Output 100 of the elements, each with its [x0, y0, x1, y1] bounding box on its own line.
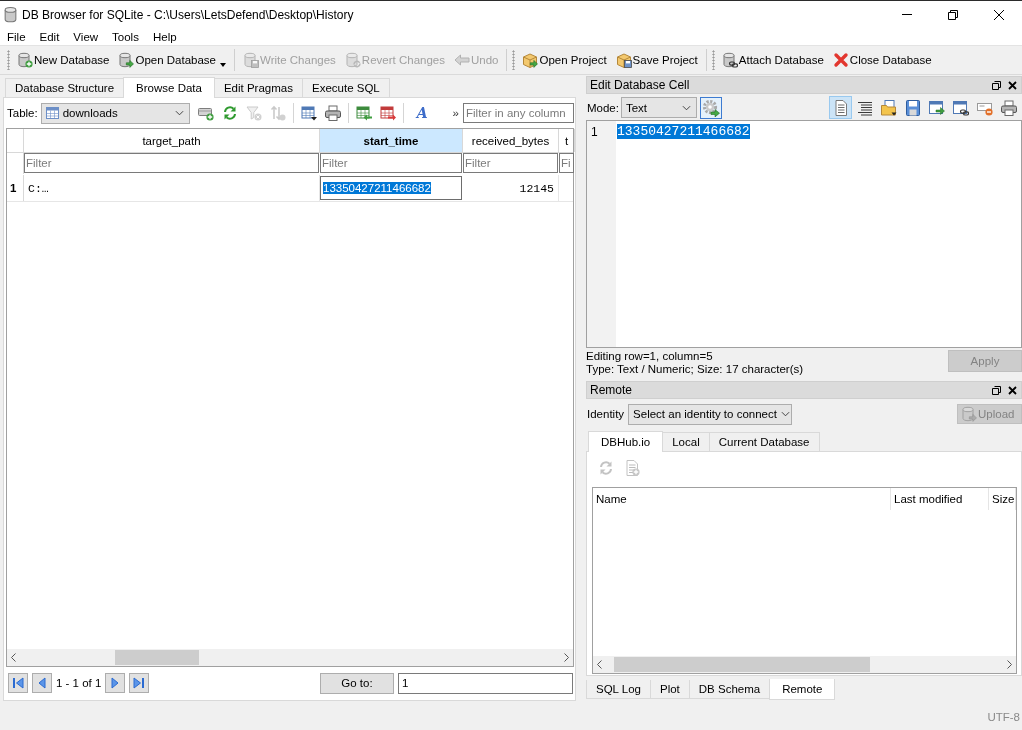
- mode-label: Mode:: [587, 101, 619, 114]
- menu-item[interactable]: Help: [145, 30, 184, 43]
- refresh-icon[interactable]: [221, 105, 238, 121]
- filter-field[interactable]: Filter: [24, 153, 319, 173]
- filter-field[interactable]: Filter: [320, 153, 462, 173]
- filter-field[interactable]: Filter: [463, 153, 558, 173]
- database-plus-icon: [17, 52, 33, 68]
- cross-icon: [832, 52, 849, 68]
- toolbar-button[interactable]: New Database: [14, 49, 113, 71]
- table-label: Table:: [7, 107, 38, 119]
- column-header[interactable]: Last modified: [891, 488, 989, 510]
- window-title: DB Browser for SQLite - C:\Users\LetsDefend\Desktop\History: [22, 7, 354, 22]
- skip-start-icon: [12, 677, 24, 689]
- toolbar-button[interactable]: Attach Database: [718, 49, 827, 71]
- scrollbar-thumb[interactable]: [614, 657, 870, 672]
- horizontal-scrollbar[interactable]: [7, 649, 573, 666]
- table-icon: [45, 107, 59, 119]
- menu-item[interactable]: View: [66, 30, 106, 43]
- horizontal-scrollbar[interactable]: [593, 656, 1016, 673]
- previous-page-button[interactable]: [32, 673, 52, 693]
- tab[interactable]: Database Structure: [5, 78, 125, 97]
- gear-button[interactable]: [699, 96, 722, 119]
- tab[interactable]: Edit Pragmas: [213, 78, 303, 97]
- skip-end-icon: [133, 677, 146, 689]
- grip-icon[interactable]: [7, 50, 10, 70]
- database-arrow-icon: [961, 406, 977, 422]
- table-cell[interactable]: 12145: [463, 175, 559, 201]
- column-header[interactable]: Size: [989, 488, 1016, 510]
- folder-icon: [880, 99, 897, 116]
- column-header[interactable]: start_time: [320, 129, 463, 152]
- toolbar-button[interactable]: Open Project: [519, 49, 610, 71]
- document-icon: [832, 99, 849, 116]
- tab[interactable]: Browse Data: [123, 77, 215, 98]
- menu-item[interactable]: File: [0, 30, 33, 43]
- column-header[interactable]: Name: [593, 488, 891, 510]
- identity-select[interactable]: Select an identity to connect: [628, 403, 793, 425]
- go-to-field[interactable]: 1: [398, 672, 573, 694]
- filter-field[interactable]: Fi: [559, 153, 574, 173]
- table-caret-icon[interactable]: [300, 105, 317, 121]
- line-number: 1: [587, 121, 616, 347]
- left-arrow-icon: [453, 52, 470, 68]
- printer-icon[interactable]: [324, 105, 341, 121]
- identity-label: Identity: [587, 408, 625, 420]
- scrollbar-thumb[interactable]: [115, 650, 199, 665]
- overflow-button[interactable]: »: [452, 107, 459, 119]
- last-page-button[interactable]: [129, 673, 150, 693]
- menu-item[interactable]: Edit: [32, 30, 67, 43]
- table-select[interactable]: downloads: [40, 102, 190, 124]
- grip-icon[interactable]: [711, 50, 715, 70]
- toolbar-button[interactable]: Open Database: [115, 49, 229, 71]
- close-icon[interactable]: [1008, 80, 1017, 90]
- printer-icon: [1000, 99, 1017, 116]
- chevron-down-icon: [681, 104, 691, 111]
- grip-icon[interactable]: [512, 50, 516, 70]
- restore-icon[interactable]: [992, 80, 1001, 90]
- table-cell[interactable]: C:…: [24, 175, 320, 201]
- dock-title: Edit Database Cell: [590, 78, 690, 92]
- cell-editor[interactable]: 1 13350427211466682: [586, 120, 1022, 348]
- tab[interactable]: Current Database: [708, 432, 820, 451]
- chevron-down-icon: [174, 110, 184, 116]
- chevron-right-icon[interactable]: [564, 653, 569, 662]
- page-range: 1 - 1 of 1: [56, 677, 102, 689]
- row-plus-icon[interactable]: [197, 105, 214, 121]
- editor-text: 13350427211466682: [617, 124, 750, 139]
- tab[interactable]: Remote: [769, 679, 836, 700]
- database-arrows-icon: [344, 52, 361, 68]
- column-header[interactable]: t: [559, 129, 575, 152]
- chevron-left-icon[interactable]: [11, 653, 16, 662]
- table-cell[interactable]: 13350427211466682: [320, 176, 462, 200]
- tab[interactable]: Execute SQL: [301, 78, 390, 97]
- editing-info: Editing row=1, column=5: [586, 350, 714, 363]
- chevron-left-icon[interactable]: [597, 660, 602, 669]
- database-arrow-icon: [118, 52, 135, 68]
- restore-icon[interactable]: [948, 9, 958, 20]
- database-chain-icon: [721, 52, 738, 68]
- filter-field[interactable]: Filter in any column: [463, 103, 574, 123]
- text-lines-icon: [856, 99, 873, 116]
- next-page-button[interactable]: [105, 673, 126, 693]
- toolbar-button[interactable]: Close Database: [829, 49, 935, 71]
- go-to-button[interactable]: Go to:: [320, 672, 394, 694]
- close-icon[interactable]: [994, 9, 1004, 20]
- chevron-down-icon: [780, 411, 790, 417]
- toolbar-button[interactable]: Save Project: [612, 49, 701, 71]
- box-arrow-icon: [522, 52, 539, 68]
- menu-item[interactable]: Tools: [105, 30, 146, 43]
- chevron-right-icon[interactable]: [1007, 660, 1012, 669]
- tab[interactable]: SQL Log: [586, 680, 651, 699]
- left-triangle-icon: [36, 677, 48, 689]
- encoding-label: UTF-8: [987, 711, 1020, 723]
- restore-icon[interactable]: [992, 385, 1001, 395]
- row-header[interactable]: 1: [7, 175, 24, 201]
- mode-select[interactable]: Text: [620, 97, 697, 118]
- close-icon[interactable]: [1008, 385, 1017, 395]
- column-header[interactable]: received_bytes: [463, 129, 559, 152]
- letter-button[interactable]: A: [412, 105, 432, 121]
- dock-title: Remote: [590, 383, 633, 397]
- tool-button[interactable]: [829, 96, 852, 119]
- tab[interactable]: DBHub.io: [588, 431, 664, 452]
- first-page-button[interactable]: [8, 673, 28, 693]
- type-info: Type: Text / Numeric; Size: 17 character(s): [586, 363, 804, 376]
